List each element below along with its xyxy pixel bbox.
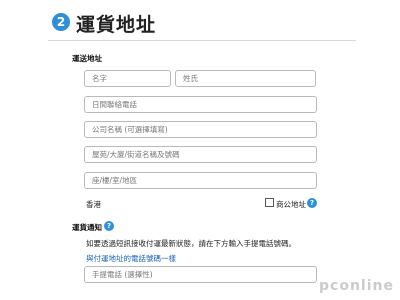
company-input[interactable]: 公司名稱 (可選擇填寫) <box>84 121 317 138</box>
watermark: pconline <box>319 278 394 294</box>
address-line2-input[interactable]: 座/樓/室/地區 <box>84 172 317 189</box>
same-as-billing-phone-link[interactable]: 與付運地址的電話號碼一樣 <box>86 253 176 264</box>
step-number-badge: 2 <box>52 13 70 31</box>
mobile-phone-input[interactable]: 手提電話 (選擇性) <box>84 266 317 283</box>
title-divider <box>48 40 356 41</box>
last-name-input[interactable]: 姓氏 <box>175 70 316 87</box>
daytime-phone-input[interactable]: 日間聯絡電話 <box>84 96 317 113</box>
notification-description: 如要透過短訊接收付運最新狀態，請在下方輸入手提電話號碼。 <box>86 239 296 248</box>
region-label: 香港 <box>86 200 101 209</box>
notification-help-icon[interactable]: ? <box>104 221 114 231</box>
business-address-checkbox[interactable] <box>265 198 274 207</box>
business-address-help-icon[interactable]: ? <box>307 198 317 208</box>
first-name-input[interactable]: 名字 <box>84 70 171 87</box>
shipping-address-heading: 運送地址 <box>72 54 102 63</box>
page-title: 運貨地址 <box>76 14 157 36</box>
address-line1-input[interactable]: 屋苑/大廈/街道名稱及號碼 <box>84 146 317 163</box>
shipping-notification-heading: 運貨通知 <box>72 223 102 232</box>
business-address-label: 商公地址 <box>276 200 306 209</box>
